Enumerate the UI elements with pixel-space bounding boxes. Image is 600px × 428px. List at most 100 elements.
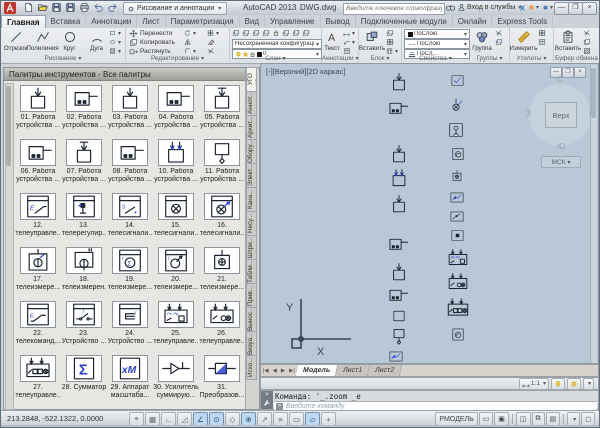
status-toggle[interactable]: ∟ (161, 412, 176, 426)
schematic-block[interactable] (448, 210, 466, 223)
next-layout-button[interactable]: ▶ (279, 368, 287, 374)
palette-tool-item[interactable]: 08. Работа устройства ... (107, 139, 153, 193)
palette-tool-item[interactable]: f 23. Устройство ... (61, 301, 107, 355)
coordinates-readout[interactable]: 213.2848, -522.1322, 0.0000 (7, 414, 103, 423)
viewcube[interactable]: С В Ю З Верх МСК (527, 78, 595, 170)
status-toggle[interactable]: ⊕ (241, 412, 256, 426)
status-toggle[interactable]: ∠ (193, 412, 208, 426)
fillet-button[interactable] (184, 47, 196, 55)
ribbon-tab[interactable]: Лист (137, 15, 165, 27)
status-toggle[interactable]: ⌖ (129, 412, 144, 426)
status-toggle[interactable]: ↗ (257, 412, 272, 426)
palette-scrollbar[interactable] (5, 83, 14, 410)
layout-space-button[interactable]: ▣ (494, 412, 509, 426)
layer-isolate-button[interactable] (252, 29, 261, 37)
model-space-button[interactable]: ▭ (479, 412, 494, 426)
color-combo[interactable]: ПоСлою (404, 29, 470, 39)
command-window-handle[interactable]: × (261, 391, 273, 409)
model-space-canvas[interactable]: [-][Верхний][2D каркас] — ❐ × Pn Pq С В … (260, 63, 599, 364)
autocad-logo-icon[interactable] (3, 2, 17, 14)
layer-prev-button[interactable] (292, 29, 301, 37)
quick-calc-button[interactable] (538, 38, 550, 46)
schematic-block[interactable] (449, 166, 465, 186)
schematic-block[interactable] (383, 98, 411, 118)
quick-view-layouts-button[interactable]: ◫ (516, 412, 531, 426)
palette-tool-item[interactable]: xM 29. Аппарат масштаба... (107, 355, 153, 409)
canvas-scrollbar[interactable] (590, 65, 597, 363)
schematic-block[interactable] (444, 272, 472, 292)
workspace-switcher[interactable]: Рисование и аннотации (123, 2, 227, 15)
palette-tab[interactable]: Несу... (246, 211, 257, 236)
status-toggle[interactable]: + (321, 412, 336, 426)
palette-tab[interactable]: Элект... (246, 163, 257, 188)
mirror-button[interactable] (184, 38, 196, 46)
palette-tool-item[interactable]: Pn Pq 25. телеуправле... (153, 301, 199, 355)
schematic-block[interactable] (447, 94, 465, 116)
undo-button[interactable] (91, 2, 106, 13)
status-toggle[interactable]: ◿ (177, 412, 192, 426)
schematic-block[interactable] (383, 285, 411, 305)
doc-close-button[interactable]: × (574, 67, 586, 78)
schematic-block[interactable] (387, 192, 411, 216)
layer-properties-button[interactable] (232, 29, 241, 37)
palette-tool-item[interactable]: E 22. телекоманд... (15, 301, 61, 355)
panel-layers-label[interactable]: Слои (230, 55, 321, 62)
schematic-block[interactable] (444, 297, 472, 319)
layer-match-button[interactable] (282, 29, 291, 37)
line-button[interactable]: Отрезок (2, 29, 29, 55)
palette-tool-item[interactable]: 03. Работа устройства ... (107, 85, 153, 139)
compass-north[interactable]: С (557, 75, 563, 84)
restore-button[interactable]: ❐ (568, 2, 583, 15)
insert-block-button[interactable]: Вставить (359, 29, 385, 55)
dimension-button[interactable] (343, 29, 355, 37)
quick-select-button[interactable] (538, 29, 550, 37)
new-file-button[interactable] (21, 2, 36, 13)
schematic-block[interactable] (386, 350, 406, 363)
copy-button[interactable]: Копировать (129, 38, 175, 47)
palette-tool-item[interactable]: t 24. Устройство ... (107, 301, 153, 355)
search-icon[interactable] (444, 2, 457, 13)
palette-tab[interactable]: Вынос... (246, 307, 257, 332)
panel-properties-label[interactable]: Свойства (402, 55, 469, 62)
viewport-menu-button[interactable] (583, 378, 594, 390)
panel-groups-label[interactable]: Группы (470, 55, 509, 62)
schematic-block[interactable] (387, 70, 411, 94)
layer-freeze-button[interactable] (262, 29, 271, 37)
schematic-block[interactable]: Pn Pq (444, 248, 472, 268)
measure-button[interactable]: Измерить (510, 29, 537, 55)
schematic-block[interactable] (388, 308, 410, 324)
ribbon-tab[interactable]: Управление (265, 15, 320, 27)
ribbon-tab[interactable]: Аннотации (86, 15, 137, 27)
palette-tool-item[interactable]: 15. телесигнали... (153, 193, 199, 247)
model-paper-toggle[interactable]: РМОДЕЛЬ (435, 412, 477, 426)
annotation-scale-button[interactable]: 1:1 (519, 378, 549, 390)
palette-tool-item[interactable]: 13. телерегулир... (61, 193, 107, 247)
workspace-status-menu[interactable] (567, 412, 580, 426)
array-button[interactable] (207, 29, 219, 37)
prev-layout-button[interactable]: ◀ (271, 368, 279, 374)
schematic-block[interactable] (450, 229, 465, 242)
palette-tool-item[interactable]: 30. Усилитель суммирую... (153, 355, 199, 409)
palette-tool-item[interactable]: Σ 28. Сумматор (61, 355, 107, 409)
palette-tool-item[interactable]: 31. Преобразов... (199, 355, 245, 409)
arc-button[interactable]: Дуга (83, 29, 110, 55)
ellipse-button[interactable] (109, 38, 121, 46)
group-edit-button[interactable] (495, 38, 507, 46)
layer-lock-button[interactable] (272, 29, 281, 37)
ribbon-tab[interactable]: Вывод (321, 15, 356, 27)
schematic-block[interactable] (448, 191, 466, 204)
compass-west[interactable]: З (526, 109, 531, 118)
panel-block-label[interactable]: Блок (359, 55, 401, 62)
canvas-scroll-thumb[interactable] (591, 68, 596, 118)
palette-scroll-thumb[interactable] (6, 86, 11, 166)
palette-tool-item[interactable]: 18. телеизмерен... (61, 247, 107, 301)
text-button[interactable]: A Текст (322, 29, 342, 55)
schematic-block[interactable] (450, 327, 466, 342)
palette-tab[interactable]: Прив... (246, 283, 257, 308)
ribbon-tab[interactable]: Онлайн (453, 15, 493, 27)
palette-tool-item[interactable]: 11. Работа устройства ... (199, 139, 245, 193)
palette-tool-item[interactable]: 07. Работа устройства ... (61, 139, 107, 193)
palette-tab[interactable]: Табли... (246, 259, 257, 284)
rectangle-button[interactable] (109, 29, 121, 37)
palette-tool-item[interactable]: S 14. телесигнали... (107, 193, 153, 247)
